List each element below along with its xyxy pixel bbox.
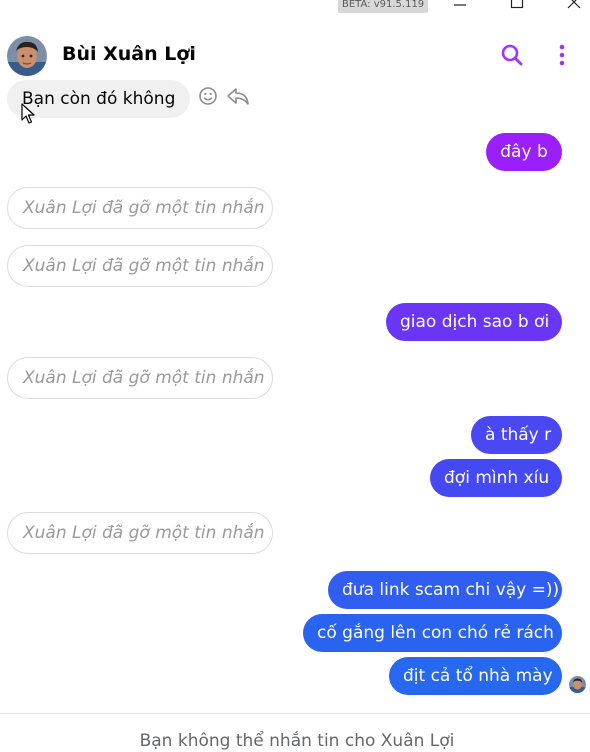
maximize-icon <box>510 0 524 9</box>
window-titlebar: BETA: v91.5.119 <box>0 0 590 14</box>
more-vertical-icon <box>559 44 565 66</box>
message-removed: Xuân Lợi đã gỡ một tin nhắn <box>7 512 273 554</box>
smiley-icon[interactable] <box>198 86 220 108</box>
message-outgoing[interactable]: đợi mình xíu <box>430 459 562 497</box>
seen-indicator-avatar <box>569 676 586 693</box>
search-icon <box>501 44 523 66</box>
message-outgoing[interactable]: à thấy r <box>471 416 562 454</box>
message-actions <box>198 86 254 108</box>
mouse-cursor-icon <box>21 103 35 124</box>
message-outgoing[interactable]: giao dịch sao b ơi <box>386 303 562 341</box>
cannot-message-notice: Bạn không thể nhắn tin cho Xuân Lợi <box>139 731 455 751</box>
version-badge: BETA: v91.5.119 <box>338 0 429 13</box>
message-outgoing[interactable]: địt cả tổ nhà mày <box>389 657 562 695</box>
message-removed: Xuân Lợi đã gỡ một tin nhắn <box>7 245 273 287</box>
search-button[interactable] <box>499 42 525 68</box>
conversation-header: Bùi Xuân Lợi <box>0 33 590 79</box>
footer-divider <box>0 713 590 714</box>
close-icon <box>567 0 581 9</box>
contact-avatar[interactable] <box>7 36 47 76</box>
message-outgoing[interactable]: đây b <box>486 133 562 171</box>
maximize-button[interactable] <box>505 0 529 12</box>
message-removed: Xuân Lợi đã gỡ một tin nhắn <box>7 357 273 399</box>
message-outgoing[interactable]: đưa link scam chi vậy =)) <box>328 571 562 609</box>
close-button[interactable] <box>562 0 586 12</box>
minimize-button[interactable] <box>448 0 472 12</box>
contact-name[interactable]: Bùi Xuân Lợi <box>62 43 196 65</box>
more-options-button[interactable] <box>553 42 571 68</box>
avatar-photo-icon <box>569 676 586 693</box>
avatar-photo-icon <box>7 36 47 76</box>
minimize-icon <box>454 4 466 6</box>
message-removed: Xuân Lợi đã gỡ một tin nhắn <box>7 187 273 229</box>
reply-icon[interactable] <box>226 86 252 108</box>
message-outgoing[interactable]: cố gắng lên con chó rẻ rách <box>303 614 562 652</box>
